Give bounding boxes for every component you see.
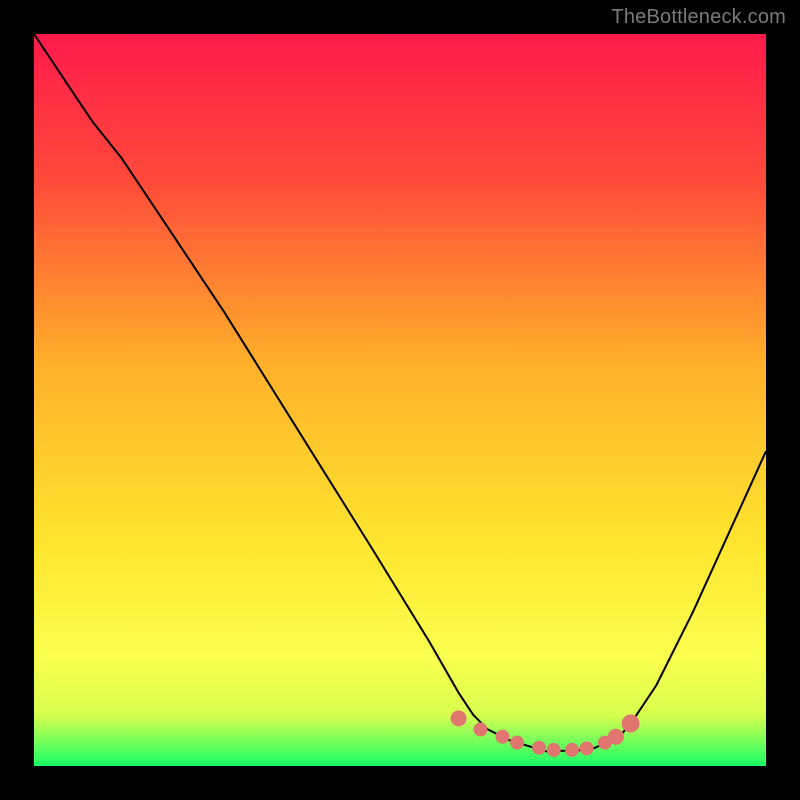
data-point bbox=[510, 736, 524, 750]
data-point bbox=[565, 743, 579, 757]
data-point bbox=[532, 741, 546, 755]
data-point bbox=[580, 741, 594, 755]
data-point bbox=[547, 743, 561, 757]
data-point bbox=[474, 722, 488, 736]
chart-svg bbox=[34, 34, 766, 766]
data-point bbox=[622, 715, 640, 733]
data-point bbox=[608, 729, 624, 745]
data-point bbox=[451, 710, 467, 726]
watermark-text: TheBottleneck.com bbox=[611, 6, 786, 29]
data-point bbox=[496, 730, 510, 744]
chart-plot bbox=[34, 34, 766, 766]
chart-stage: TheBottleneck.com bbox=[0, 0, 800, 800]
gradient-background bbox=[34, 34, 766, 766]
